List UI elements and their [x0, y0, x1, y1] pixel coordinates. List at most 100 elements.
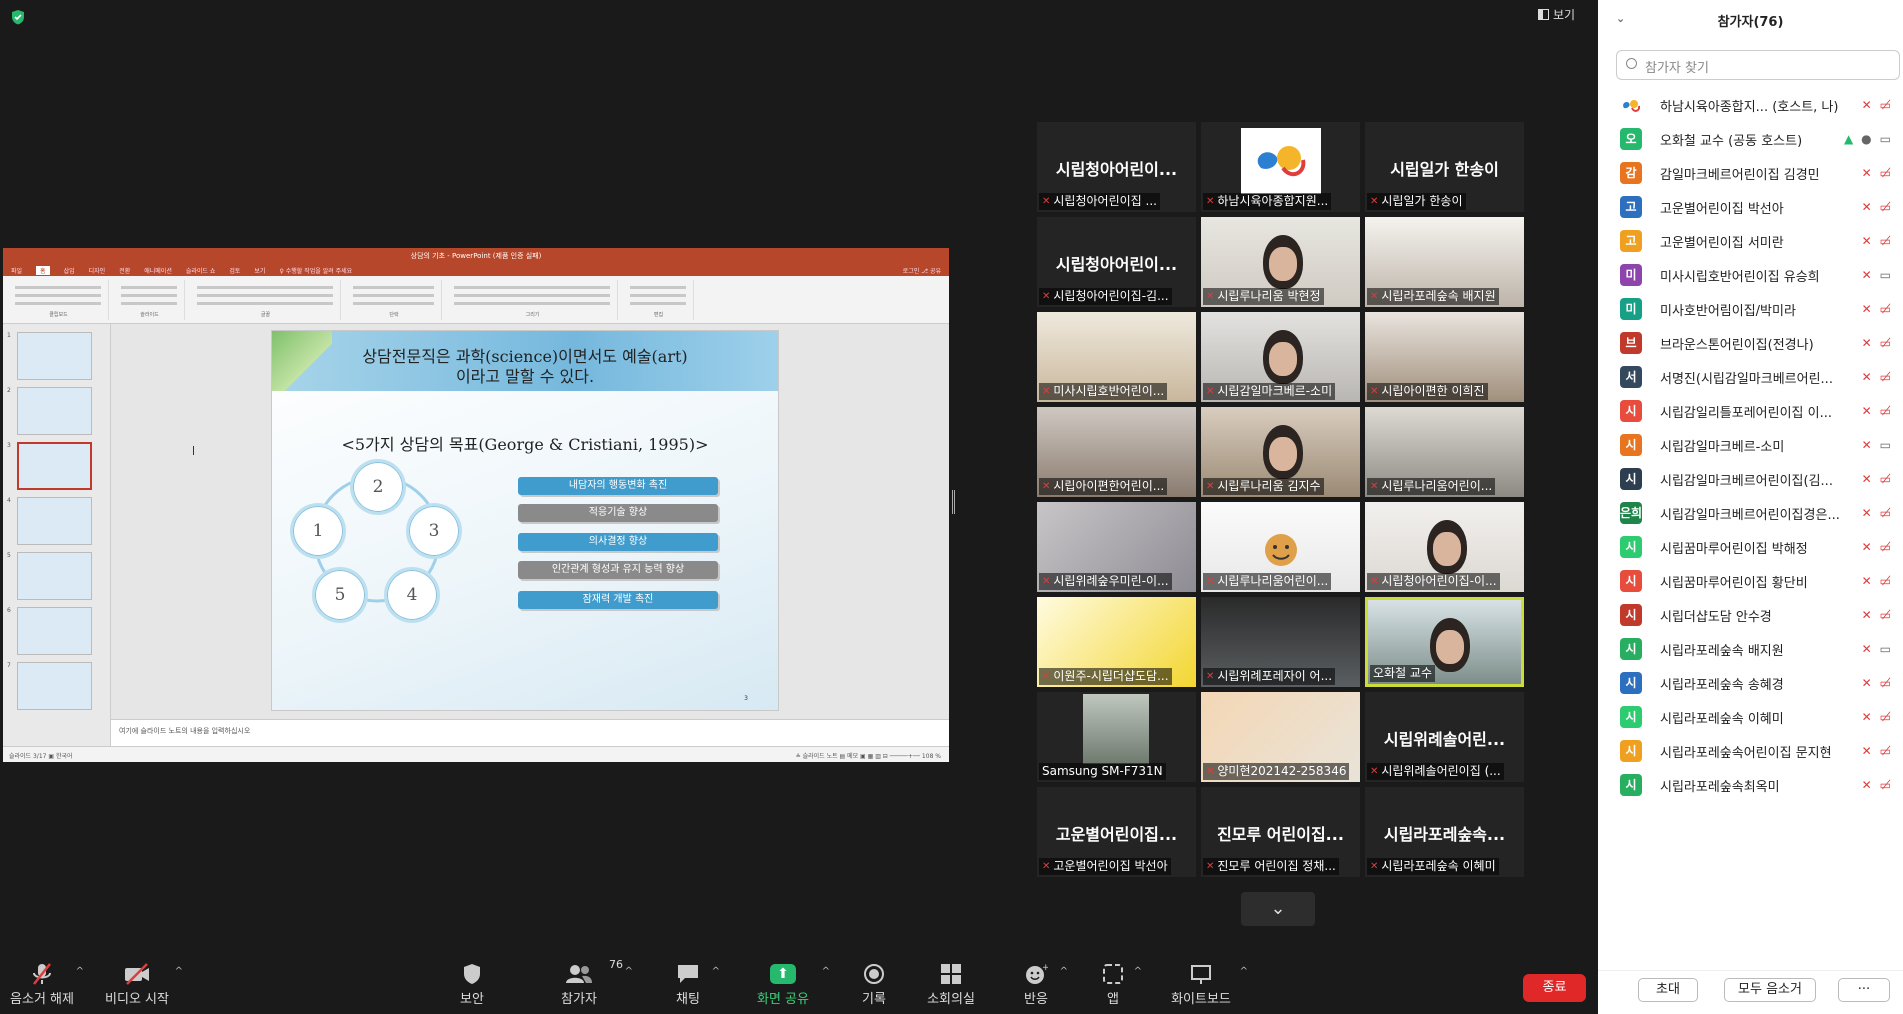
chevron-down-icon: ⌄ — [1270, 898, 1286, 919]
participant-search-input[interactable]: 참가자 찾기 — [1616, 50, 1900, 80]
participant-name-label: ✕ 진모루 어린이집 정채... — [1203, 858, 1339, 875]
participant-row[interactable]: 하남시육아종합지... (호스트, 나) ✕ ▭̸ — [1598, 88, 1903, 122]
chevron-down-icon[interactable]: ⌄ — [1616, 12, 1625, 25]
microphone-muted-icon: ✕ — [1206, 291, 1215, 302]
apps-button[interactable]: 앱 ^ — [1100, 960, 1142, 1007]
participant-tile[interactable]: ✕ 시립위례숲우미린-이... — [1037, 502, 1196, 592]
slide-thumbnail[interactable] — [17, 552, 92, 600]
caret-up-icon[interactable]: ^ — [1134, 966, 1142, 977]
reactions-button[interactable]: + 반응 ^ — [1020, 960, 1068, 1007]
participant-row[interactable]: 브 브라운스톤어린이집(전경나) ✕ ▭̸ — [1598, 326, 1903, 360]
record-button[interactable]: 기록 — [858, 960, 890, 1007]
participant-row[interactable]: 시 시립감일마크베르어린이집(김... ✕ ▭̸ — [1598, 462, 1903, 496]
unmute-button[interactable]: 음소거 해제 ^ — [10, 960, 84, 1007]
slide-thumbnail[interactable] — [17, 332, 92, 380]
slide-notes[interactable]: 여기에 슬라이드 노트의 내용을 입력하십시오 — [111, 719, 949, 746]
participant-tile[interactable]: ✕ 미사시립호반어린이... — [1037, 312, 1196, 402]
participant-row[interactable]: 시 시립감일마크베르-소미 ✕ ▭ — [1598, 428, 1903, 462]
caret-up-icon[interactable]: ^ — [175, 966, 183, 977]
view-button[interactable]: 보기 — [1538, 6, 1575, 23]
participant-row[interactable]: 시 시립꿈마루어린이집 박해정 ✕ ▭̸ — [1598, 530, 1903, 564]
participant-tile[interactable]: ✕ 시립루나리움 박현정 — [1201, 217, 1360, 307]
slide-thumbnail[interactable] — [17, 662, 92, 710]
chat-bubble-icon — [672, 960, 704, 988]
participant-tile[interactable]: 시립청아어린이... ✕ 시립청아어린이집-김... — [1037, 217, 1196, 307]
participant-row[interactable]: 시 시립라포레숲속최옥미 ✕ ▭̸ — [1598, 768, 1903, 802]
breakout-rooms-button[interactable]: 소회의실 — [926, 960, 976, 1007]
start-video-button[interactable]: 비디오 시작 ^ — [103, 960, 183, 1007]
slide-thumbnail[interactable] — [17, 387, 92, 435]
chat-button[interactable]: 채팅 ^ — [672, 960, 720, 1007]
participant-tile[interactable]: ✕ 시립청아어린이집-이... — [1365, 502, 1524, 592]
participant-tile[interactable]: ✕ 시립아이편한 이희진 — [1365, 312, 1524, 402]
ribbon-control — [630, 294, 686, 297]
participant-row[interactable]: 고 고운별어린이집 박선아 ✕ ▭̸ — [1598, 190, 1903, 224]
slide-thumbnail[interactable] — [17, 442, 92, 490]
shared-screen[interactable]: 상담의 기초 - PowerPoint (제품 인증 실패) 파일 홈 삽입 디자인 전… — [3, 248, 949, 762]
participant-list[interactable]: 하남시육아종합지... (호스트, 나) ✕ ▭̸ 오 오화철 교수 (공동 호스트) ▲… — [1598, 88, 1903, 958]
participant-tile[interactable]: 진모루 어린이집... ✕ 진모루 어린이집 정채... — [1201, 787, 1360, 877]
participant-row[interactable]: 시 시립라포레숲속 송혜경 ✕ ▭̸ — [1598, 666, 1903, 700]
participant-tile[interactable]: Samsung SM-F731N — [1037, 692, 1196, 782]
caret-up-icon[interactable]: ^ — [822, 966, 830, 977]
participant-tile[interactable]: ✕ 시립루나리움 김지수 — [1201, 407, 1360, 497]
participant-tile[interactable]: 시립일가 한송이 ✕ 시립일가 한송이 — [1365, 122, 1524, 212]
invite-button[interactable]: 초대 — [1638, 978, 1698, 1002]
participant-tile[interactable]: 오화철 교수 — [1365, 597, 1524, 687]
participant-tile[interactable]: ✕ 시립라포레숲속 배지원 — [1365, 217, 1524, 307]
participant-name-text: 시립라포레숲속 배지원 — [1381, 289, 1496, 303]
slide-thumbnail[interactable] — [17, 607, 92, 655]
participant-tile[interactable]: ✕ 시립아이편한어린이... — [1037, 407, 1196, 497]
participant-row[interactable]: 미 미사시립호반어린이집 유승희 ✕ ▭ — [1598, 258, 1903, 292]
ribbon-control — [15, 294, 101, 297]
participant-row[interactable]: 감 감일마크베르어린이집 김경민 ✕ ▭̸ — [1598, 156, 1903, 190]
security-button[interactable]: 보안 — [456, 960, 488, 1007]
caret-up-icon[interactable]: ^ — [625, 966, 633, 977]
participant-status-icons: ✕ ▭ — [1862, 268, 1891, 282]
microphone-muted-icon: ✕ — [1861, 438, 1872, 452]
participant-name-text: 미사시립호반어린이... — [1053, 384, 1165, 398]
slide-thumbnail[interactable] — [17, 497, 92, 545]
participant-tile[interactable]: ✕ 이원주-시립더샵도담... — [1037, 597, 1196, 687]
participant-row[interactable]: 시 시립감일리틀포레어린이집 이... ✕ ▭̸ — [1598, 394, 1903, 428]
participant-tile[interactable]: 시립라포레숲속... ✕ 시립라포레숲속 이혜미 — [1365, 787, 1524, 877]
avatar: 시 — [1620, 740, 1642, 762]
participant-tile[interactable]: ✕ 시립루나리움어린이... — [1201, 502, 1360, 592]
more-options-button[interactable]: ··· — [1838, 978, 1890, 1002]
participant-row[interactable]: 고 고운별어린이집 서미란 ✕ ▭̸ — [1598, 224, 1903, 258]
participant-tile[interactable]: ✕ 시립감일마크베르-소미 — [1201, 312, 1360, 402]
caret-up-icon[interactable]: ^ — [1240, 966, 1248, 977]
participant-row[interactable]: 서 서명진(시립감일마크베르어린... ✕ ▭̸ — [1598, 360, 1903, 394]
participant-row[interactable]: 시 시립라포레숲속 배지원 ✕ ▭ — [1598, 632, 1903, 666]
participant-row[interactable]: 시 시립라포레숲속 이혜미 ✕ ▭̸ — [1598, 700, 1903, 734]
participant-row[interactable]: 오 오화철 교수 (공동 호스트) ▲ ● ▭ — [1598, 122, 1903, 156]
participant-row[interactable]: 은희 시립감일마크베르어린이집경은... ✕ ▭̸ — [1598, 496, 1903, 530]
share-screen-button[interactable]: ⬆ 화면 공유 ^ — [752, 960, 830, 1007]
participants-button[interactable]: 참가자 76 ^ — [555, 958, 633, 1007]
end-meeting-button[interactable]: 종료 — [1523, 974, 1586, 1002]
participant-tile[interactable]: ✕ 시립루나리움어린이... — [1365, 407, 1524, 497]
participant-row[interactable]: 시 시립라포레숲속어린이집 문지현 ✕ ▭̸ — [1598, 734, 1903, 768]
caret-up-icon[interactable]: ^ — [1060, 966, 1068, 977]
caret-up-icon[interactable]: ^ — [712, 966, 720, 977]
participant-tile[interactable]: 시립청아어린이... ✕ 시립청아어린이집 ... — [1037, 122, 1196, 212]
participant-tile[interactable]: 고운별어린이집... ✕ 고운별어린이집 박선아 — [1037, 787, 1196, 877]
participant-name-text: 고운별어린이집 박선아 — [1053, 859, 1168, 873]
participant-name-large: 시립위례솔어린... — [1383, 730, 1506, 749]
shield-check-icon[interactable] — [10, 9, 26, 25]
gallery-next-page-button[interactable]: ⌄ — [1241, 892, 1315, 926]
participant-tile[interactable]: ✕ 하남시육아종합지원... — [1201, 122, 1360, 212]
mute-all-button[interactable]: 모두 음소거 — [1724, 978, 1816, 1002]
participant-tile[interactable]: 시립위례솔어린... ✕ 시립위례솔어린이집 (... — [1365, 692, 1524, 782]
avatar: 시 — [1620, 434, 1642, 456]
participant-row[interactable]: 시 시립꿈마루어린이집 황단비 ✕ ▭̸ — [1598, 564, 1903, 598]
participant-row[interactable]: 미 미사호반어림이집/박미라 ✕ ▭̸ — [1598, 292, 1903, 326]
split-drag-handle[interactable] — [952, 490, 955, 514]
participant-tile[interactable]: ✕ 양미현202142-258346 — [1201, 692, 1360, 782]
slide-subtitle: <5가지 상담의 목표(George & Cristiani, 1995)> — [341, 435, 709, 454]
participant-row[interactable]: 시 시립더샵도담 안수경 ✕ ▭̸ — [1598, 598, 1903, 632]
whiteboard-button[interactable]: 화이트보드 ^ — [1170, 960, 1248, 1007]
caret-up-icon[interactable]: ^ — [76, 966, 84, 977]
participant-tile[interactable]: ✕ 시립위례포레자이 어... — [1201, 597, 1360, 687]
microphone-muted-icon: ✕ — [1861, 472, 1872, 486]
